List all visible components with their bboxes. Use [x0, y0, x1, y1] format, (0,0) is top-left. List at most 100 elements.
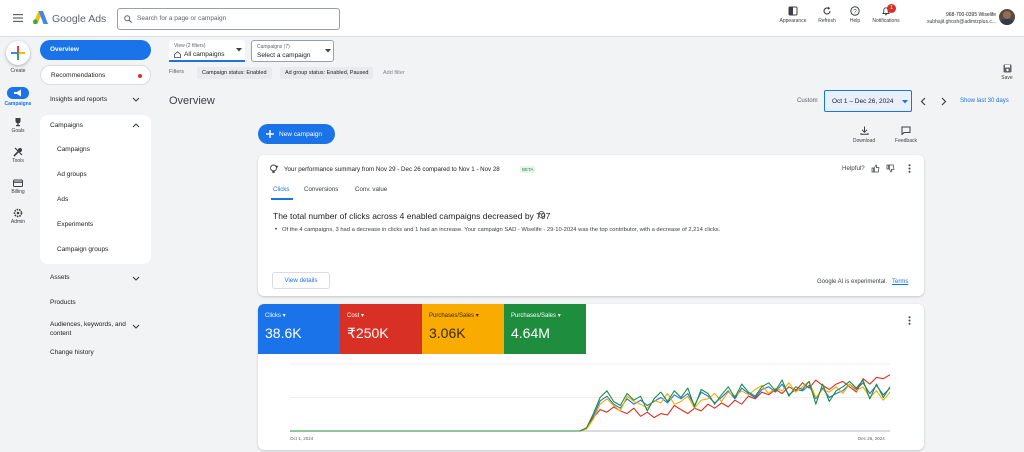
search-placeholder: Search for a page or campaign	[137, 15, 227, 22]
campaign-dropdown-icon	[325, 49, 331, 53]
appearance-icon	[788, 6, 798, 16]
ai-note: Google AI is experimental.	[817, 279, 888, 285]
nav-experiments[interactable]: Experiments	[57, 221, 93, 228]
admin-gear-icon	[13, 208, 23, 218]
filter-chip-ad-group-status[interactable]: Ad group status: Enabled, Paused	[280, 67, 374, 79]
download-icon	[860, 126, 868, 135]
menu-icon[interactable]	[13, 14, 23, 22]
metric-card-cost[interactable]: Cost ▾ ₹250K	[340, 304, 422, 354]
assets-chevron-down-icon[interactable]	[132, 276, 140, 281]
insights-chevron-down-icon[interactable]	[132, 97, 140, 102]
search-icon	[124, 15, 132, 23]
tools-icon	[13, 147, 23, 157]
nav-ads[interactable]: Ads	[57, 196, 68, 203]
save-icon	[1003, 64, 1011, 73]
rail-admin[interactable]: Admin	[0, 208, 36, 225]
metric-value-sales-value: 4.64M	[511, 325, 550, 341]
nav-overview[interactable]: Overview	[40, 40, 151, 60]
more-vert-icon[interactable]	[908, 164, 911, 173]
svg-text:?: ?	[540, 212, 543, 217]
tab-clicks[interactable]: Clicks	[273, 186, 290, 193]
nav-campaigns-group[interactable]: Campaigns	[50, 122, 83, 129]
filter-chip-campaign-status[interactable]: Campaign status: Enabled	[197, 67, 272, 79]
feedback-button[interactable]: Feedback	[890, 126, 922, 144]
search-input[interactable]: Search for a page or campaign	[117, 8, 340, 30]
nav-products[interactable]: Products	[50, 299, 76, 306]
view-details-button[interactable]: View details	[272, 272, 330, 289]
avatar[interactable]	[999, 9, 1015, 25]
app-name: Google Ads	[52, 13, 107, 25]
nav-change-history[interactable]: Change history	[50, 349, 94, 356]
metric-value-clicks: 38.6K	[265, 325, 302, 341]
terms-link[interactable]: Terms	[892, 279, 908, 285]
rail-campaigns[interactable]: Campaigns	[0, 87, 36, 107]
nav-audiences[interactable]: Audiences, keywords, and content	[50, 320, 132, 338]
chevron-left-icon[interactable]	[920, 97, 926, 106]
create-button[interactable]: Create	[0, 41, 36, 74]
refresh-icon	[823, 6, 831, 15]
recommendations-dot	[138, 74, 142, 78]
save-button[interactable]: Save	[996, 64, 1018, 81]
metric-value-purchases: 3.06K	[429, 325, 466, 341]
insight-bulb-icon	[270, 164, 279, 173]
top-bar: Google Ads Search for a page or campaign…	[0, 0, 1024, 37]
rail-billing[interactable]: Billing	[0, 178, 36, 195]
tab-conversions[interactable]: Conversions	[304, 186, 338, 193]
campaigns-nav-card: Campaigns Campaigns Ad groups Ads Experi…	[40, 115, 151, 264]
chevron-right-icon[interactable]	[941, 97, 947, 106]
bullet-dot: •	[275, 227, 278, 233]
nav-assets[interactable]: Assets	[50, 274, 70, 281]
date-range-picker[interactable]: Oct 1 – Dec 26, 2024	[824, 90, 912, 112]
thumbs-up-icon[interactable]	[871, 164, 880, 173]
metric-card-purchases[interactable]: Purchases/Sales ▾ 3.06K	[422, 304, 504, 354]
campaigns-megaphone-icon	[7, 87, 29, 99]
date-dropdown-icon	[902, 100, 908, 104]
nav-campaign-groups[interactable]: Campaign groups	[57, 246, 108, 253]
trophy-icon	[15, 118, 21, 127]
nav-ad-groups[interactable]: Ad groups	[57, 171, 87, 178]
filters-label: Filters	[169, 69, 184, 75]
nav-campaigns[interactable]: Campaigns	[57, 146, 90, 153]
campaign-select[interactable]: Campaigns (7) Select a campaign	[251, 40, 334, 62]
x-axis-end-label: Dec 26, 2024	[858, 436, 885, 441]
rail-goals[interactable]: Goals	[0, 117, 36, 134]
create-plus-icon	[6, 41, 30, 65]
left-rail: Create Campaigns Goals Tools Billing Adm…	[0, 37, 36, 452]
account-email: subhajit.ghosh@adimizplus.c...	[927, 19, 996, 25]
help-button[interactable]: ? Help	[838, 6, 872, 24]
plus-icon	[266, 130, 274, 138]
audiences-chevron-down-icon[interactable]	[132, 324, 140, 329]
nav-recommendations[interactable]: Recommendations	[40, 65, 151, 85]
summary-bullet: Of the 4 campaigns, 3 had a decrease in …	[282, 227, 721, 233]
google-ads-logo-icon[interactable]	[33, 11, 48, 24]
metrics-chart-card: Clicks ▾ 38.6K Cost ▾ ₹250K Purchases/Sa…	[258, 304, 924, 450]
tab-conv-value[interactable]: Conv. value	[355, 186, 387, 193]
show-last-30-days-link[interactable]: Show last 30 days	[960, 98, 1009, 104]
metric-value-cost: ₹250K	[347, 325, 389, 341]
rail-tools[interactable]: Tools	[0, 147, 36, 164]
notifications-button[interactable]: Notifications	[869, 6, 903, 24]
campaigns-chevron-up-icon[interactable]	[132, 123, 140, 128]
metric-card-sales-value[interactable]: Purchases/Sales ▾ 4.64M	[504, 304, 586, 354]
appearance-button[interactable]: Appearance	[776, 6, 810, 24]
new-campaign-button[interactable]: New campaign	[258, 124, 335, 144]
thumbs-down-icon[interactable]	[886, 164, 895, 173]
view-filter-select[interactable]: View (2 filters) All campaigns	[169, 40, 245, 62]
account-line: 968-700-0395 Wiselife	[945, 12, 996, 18]
add-filter-link[interactable]: Add filter	[383, 70, 405, 76]
summary-headline: The total number of clicks across 4 enab…	[273, 211, 551, 221]
help-icon: ?	[850, 6, 860, 16]
chart-more-vert-icon[interactable]	[908, 316, 911, 325]
metric-card-clicks[interactable]: Clicks ▾ 38.6K	[258, 304, 340, 354]
x-axis-start-label: Oct 1, 2024	[290, 436, 314, 441]
summary-heading: Your performance summary from Nov 29 - D…	[284, 166, 500, 173]
page-title: Overview	[169, 95, 215, 107]
info-icon[interactable]: ?	[538, 211, 545, 218]
billing-card-icon	[13, 179, 23, 187]
beta-badge: BETA	[520, 166, 536, 173]
download-button[interactable]: Download	[848, 126, 880, 144]
helpful-label: Helpful?	[842, 165, 865, 172]
performance-summary-card: Your performance summary from Nov 29 - D…	[258, 155, 924, 296]
nav-insights[interactable]: Insights and reports	[50, 96, 107, 103]
view-dropdown-icon	[236, 48, 242, 52]
